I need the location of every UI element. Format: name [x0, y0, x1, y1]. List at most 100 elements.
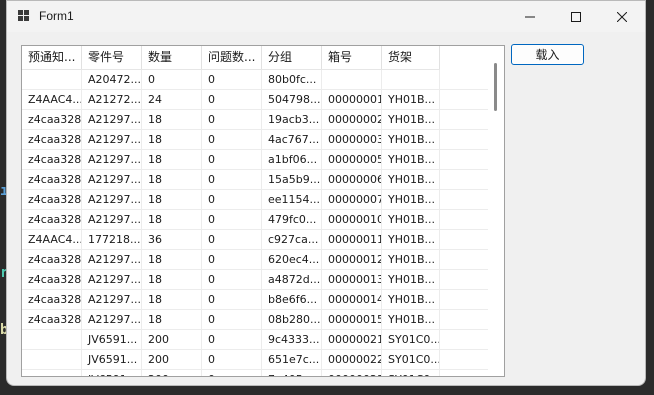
title-bar[interactable]: Form1 — [7, 1, 645, 32]
table-row[interactable]: JV6591... 200 0 9c4333... 00000021 SY01C0... — [22, 330, 504, 350]
table-cell[interactable]: 0 — [202, 310, 262, 329]
table-cell[interactable]: 00000011 — [322, 230, 382, 249]
table-cell[interactable]: YH01B... — [382, 290, 440, 309]
table-cell[interactable]: 0 — [202, 330, 262, 349]
table-cell[interactable]: YH01B... — [382, 230, 440, 249]
table-cell[interactable]: YH01B... — [382, 110, 440, 129]
table-cell[interactable]: A21297... — [82, 310, 142, 329]
table-cell[interactable]: 00000003 — [322, 130, 382, 149]
table-cell[interactable]: A21297... — [82, 210, 142, 229]
table-cell[interactable]: z4caa328 — [22, 190, 82, 209]
table-cell[interactable] — [382, 70, 440, 89]
table-cell[interactable]: 0 — [202, 370, 262, 376]
column-header[interactable]: 问题数... — [202, 46, 262, 69]
table-cell[interactable]: 0 — [142, 70, 202, 89]
table-cell[interactable]: 18 — [142, 290, 202, 309]
column-header[interactable]: 预通知... — [22, 46, 82, 69]
table-cell[interactable]: 7a405a... — [262, 370, 322, 376]
table-cell[interactable]: 4ac767... — [262, 130, 322, 149]
table-cell[interactable]: Z4AAC4... — [22, 90, 82, 109]
table-cell[interactable]: YH01B... — [382, 190, 440, 209]
table-cell[interactable]: SY01C0... — [382, 330, 440, 349]
table-cell[interactable] — [22, 370, 82, 376]
table-cell[interactable]: 15a5b9... — [262, 170, 322, 189]
table-cell[interactable]: JV6591... — [82, 330, 142, 349]
table-cell[interactable]: 200 — [142, 370, 202, 376]
table-cell[interactable]: YH01B... — [382, 250, 440, 269]
table-cell[interactable]: a4872d... — [262, 270, 322, 289]
column-header[interactable]: 箱号 — [322, 46, 382, 69]
table-cell[interactable]: A21297... — [82, 130, 142, 149]
table-row[interactable]: z4caa328 A21297... 18 0 19acb3... 00000002 YH0… — [22, 110, 504, 130]
table-cell[interactable]: YH01B... — [382, 270, 440, 289]
table-cell[interactable]: 18 — [142, 270, 202, 289]
table-cell[interactable]: c927ca... — [262, 230, 322, 249]
table-cell[interactable]: A20472... — [82, 70, 142, 89]
table-cell[interactable]: a1bf06... — [262, 150, 322, 169]
table-cell[interactable]: z4caa328 — [22, 250, 82, 269]
table-cell[interactable]: 19acb3... — [262, 110, 322, 129]
table-cell[interactable]: 177218... — [82, 230, 142, 249]
table-cell[interactable]: 18 — [142, 150, 202, 169]
table-cell[interactable] — [322, 70, 382, 89]
table-cell[interactable]: A21297... — [82, 170, 142, 189]
table-cell[interactable]: YH01B... — [382, 90, 440, 109]
column-header[interactable]: 零件号 — [82, 46, 142, 69]
table-cell[interactable]: 00000014 — [322, 290, 382, 309]
table-cell[interactable]: z4caa328 — [22, 290, 82, 309]
table-cell[interactable]: YH01B... — [382, 130, 440, 149]
column-header[interactable]: 分组 — [262, 46, 322, 69]
table-cell[interactable]: 0 — [202, 350, 262, 369]
vertical-scrollbar[interactable] — [488, 46, 504, 376]
table-cell[interactable]: JV6591... — [82, 350, 142, 369]
table-cell[interactable]: 00000007 — [322, 190, 382, 209]
table-row[interactable]: z4caa328 A21297... 18 0 a4872d... 00000013 YH0… — [22, 270, 504, 290]
table-cell[interactable]: 00000010 — [322, 210, 382, 229]
table-cell[interactable]: 80b0fc... — [262, 70, 322, 89]
column-header[interactable]: 货架 — [382, 46, 440, 69]
table-cell[interactable]: 0 — [202, 250, 262, 269]
table-row[interactable]: Z4AAC4... 177218... 36 0 c927ca... 00000011 YH… — [22, 230, 504, 250]
minimize-button[interactable] — [507, 1, 553, 32]
table-cell[interactable]: 0 — [202, 230, 262, 249]
table-cell[interactable]: YH01B... — [382, 150, 440, 169]
table-row[interactable]: z4caa328 A21297... 18 0 08b280... 00000015 YH0… — [22, 310, 504, 330]
table-cell[interactable]: 18 — [142, 110, 202, 129]
table-cell[interactable]: 0 — [202, 70, 262, 89]
table-cell[interactable]: 0 — [202, 290, 262, 309]
table-cell[interactable] — [22, 330, 82, 349]
table-cell[interactable]: z4caa328 — [22, 210, 82, 229]
table-cell[interactable]: 00000015 — [322, 310, 382, 329]
table-cell[interactable]: b8e6f6... — [262, 290, 322, 309]
table-cell[interactable]: SY01C0... — [382, 350, 440, 369]
table-cell[interactable]: 00000012 — [322, 250, 382, 269]
table-cell[interactable]: A21297... — [82, 250, 142, 269]
table-cell[interactable]: A21272... — [82, 90, 142, 109]
load-button[interactable]: 载入 — [511, 44, 584, 65]
table-cell[interactable]: z4caa328 — [22, 130, 82, 149]
table-cell[interactable]: 504798... — [262, 90, 322, 109]
table-cell[interactable]: 18 — [142, 310, 202, 329]
table-cell[interactable]: z4caa328 — [22, 150, 82, 169]
table-row[interactable]: z4caa328 A21297... 18 0 ee1154... 00000007 YH0… — [22, 190, 504, 210]
table-cell[interactable]: z4caa328 — [22, 170, 82, 189]
table-cell[interactable]: 200 — [142, 330, 202, 349]
table-cell[interactable]: YH01B... — [382, 210, 440, 229]
table-cell[interactable]: 0 — [202, 210, 262, 229]
table-cell[interactable]: 00000013 — [322, 270, 382, 289]
table-cell[interactable]: 0 — [202, 130, 262, 149]
table-row[interactable]: z4caa328 A21297... 18 0 15a5b9... 00000006 YH0… — [22, 170, 504, 190]
table-cell[interactable]: 18 — [142, 190, 202, 209]
table-cell[interactable]: z4caa328 — [22, 310, 82, 329]
table-cell[interactable]: SY01C0... — [382, 370, 440, 376]
table-cell[interactable]: 200 — [142, 350, 202, 369]
table-cell[interactable]: 18 — [142, 170, 202, 189]
table-row[interactable]: z4caa328 A21297... 18 0 4ac767... 00000003 YH0… — [22, 130, 504, 150]
table-cell[interactable]: 620ec4... — [262, 250, 322, 269]
table-cell[interactable]: A21297... — [82, 270, 142, 289]
table-cell[interactable]: 479fc0... — [262, 210, 322, 229]
table-cell[interactable]: 00000021 — [322, 330, 382, 349]
table-cell[interactable]: 00000022 — [322, 350, 382, 369]
table-row[interactable]: z4caa328 A21297... 18 0 b8e6f6... 00000014 YH0… — [22, 290, 504, 310]
table-cell[interactable]: 18 — [142, 130, 202, 149]
